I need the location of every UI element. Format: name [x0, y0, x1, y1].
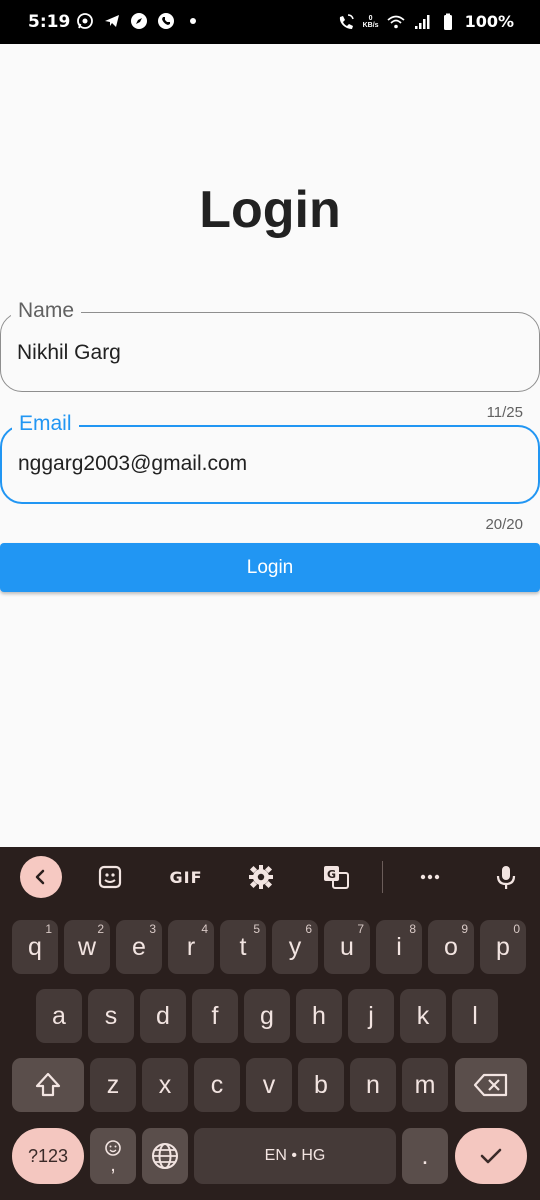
- battery-percent: 100%: [464, 12, 514, 31]
- status-time: 5:19: [28, 12, 71, 32]
- wifi-icon: [387, 15, 405, 28]
- login-button[interactable]: Login: [0, 543, 540, 592]
- emoji-comma-key[interactable]: ,: [90, 1128, 136, 1184]
- toolbar-divider: [382, 861, 383, 893]
- notification-icons: [76, 12, 202, 30]
- compass-icon: [131, 13, 147, 29]
- key-c[interactable]: c: [194, 1058, 240, 1112]
- key-f[interactable]: f: [192, 989, 238, 1043]
- key-m[interactable]: m: [402, 1058, 448, 1112]
- wifi-calling-icon: [339, 13, 354, 29]
- back-icon[interactable]: [20, 856, 62, 898]
- key-h[interactable]: h: [296, 989, 342, 1043]
- key-g[interactable]: g: [244, 989, 290, 1043]
- key-z[interactable]: z: [90, 1058, 136, 1112]
- key-n[interactable]: n: [350, 1058, 396, 1112]
- signal-icon: [414, 14, 430, 29]
- backspace-icon: [473, 1073, 508, 1097]
- key-v[interactable]: v: [246, 1058, 292, 1112]
- name-field-label: Name: [11, 299, 82, 323]
- checkmark-icon: [480, 1148, 502, 1164]
- keyboard: GIF G 1q 2w 3e 4r 5t 6y 7u 8i 9o 0p a s …: [0, 847, 540, 1200]
- key-y[interactable]: 6y: [272, 920, 318, 974]
- telegram-icon: [105, 15, 119, 27]
- key-i[interactable]: 8i: [376, 920, 422, 974]
- key-b[interactable]: b: [298, 1058, 344, 1112]
- battery-icon: [443, 13, 452, 30]
- enter-key[interactable]: [455, 1128, 527, 1184]
- page-title: Login: [199, 181, 341, 239]
- network-speed: 0 KB/s: [362, 14, 379, 29]
- name-char-counter: 11/25: [486, 404, 523, 421]
- email-field-label: Email: [12, 412, 79, 436]
- key-j[interactable]: j: [348, 989, 394, 1043]
- key-k[interactable]: k: [400, 989, 446, 1043]
- dot-icon: [190, 18, 196, 24]
- sticker-icon[interactable]: [96, 863, 124, 891]
- translate-icon[interactable]: G: [322, 863, 350, 891]
- email-field[interactable]: Email nggarg2003@gmail.com: [0, 412, 540, 504]
- name-field[interactable]: Name Nikhil Garg: [0, 299, 540, 392]
- symbols-key[interactable]: ?123: [12, 1128, 84, 1184]
- shift-icon: [35, 1072, 61, 1097]
- phone-icon: [158, 13, 174, 29]
- key-q[interactable]: 1q: [12, 920, 58, 974]
- key-e[interactable]: 3e: [116, 920, 162, 974]
- shift-key[interactable]: [12, 1058, 84, 1112]
- key-t[interactable]: 5t: [220, 920, 266, 974]
- email-char-counter: 20/20: [485, 516, 523, 533]
- backspace-key[interactable]: [455, 1058, 527, 1112]
- key-p[interactable]: 0p: [480, 920, 526, 974]
- keyboard-toolbar: GIF G: [0, 847, 540, 907]
- globe-icon: [152, 1143, 178, 1169]
- more-icon[interactable]: [416, 863, 444, 891]
- email-field-value[interactable]: nggarg2003@gmail.com: [18, 452, 247, 476]
- key-w[interactable]: 2w: [64, 920, 110, 974]
- language-key[interactable]: [142, 1128, 188, 1184]
- whatsapp-icon: [77, 13, 93, 29]
- key-s[interactable]: s: [88, 989, 134, 1043]
- space-bar[interactable]: EN • HG: [194, 1128, 396, 1184]
- key-u[interactable]: 7u: [324, 920, 370, 974]
- key-a[interactable]: a: [36, 989, 82, 1043]
- key-d[interactable]: d: [140, 989, 186, 1043]
- key-o[interactable]: 9o: [428, 920, 474, 974]
- key-l[interactable]: l: [452, 989, 498, 1043]
- status-bar: 5:19 0 KB/s 100%: [0, 0, 540, 44]
- mic-icon[interactable]: [492, 863, 520, 891]
- gif-button[interactable]: GIF: [168, 863, 204, 891]
- period-key[interactable]: .: [402, 1128, 448, 1184]
- settings-icon[interactable]: [247, 863, 275, 891]
- system-icons: 0 KB/s 100%: [337, 12, 514, 31]
- svg-text:G: G: [327, 868, 336, 881]
- name-field-value[interactable]: Nikhil Garg: [17, 341, 121, 365]
- key-r[interactable]: 4r: [168, 920, 214, 974]
- key-x[interactable]: x: [142, 1058, 188, 1112]
